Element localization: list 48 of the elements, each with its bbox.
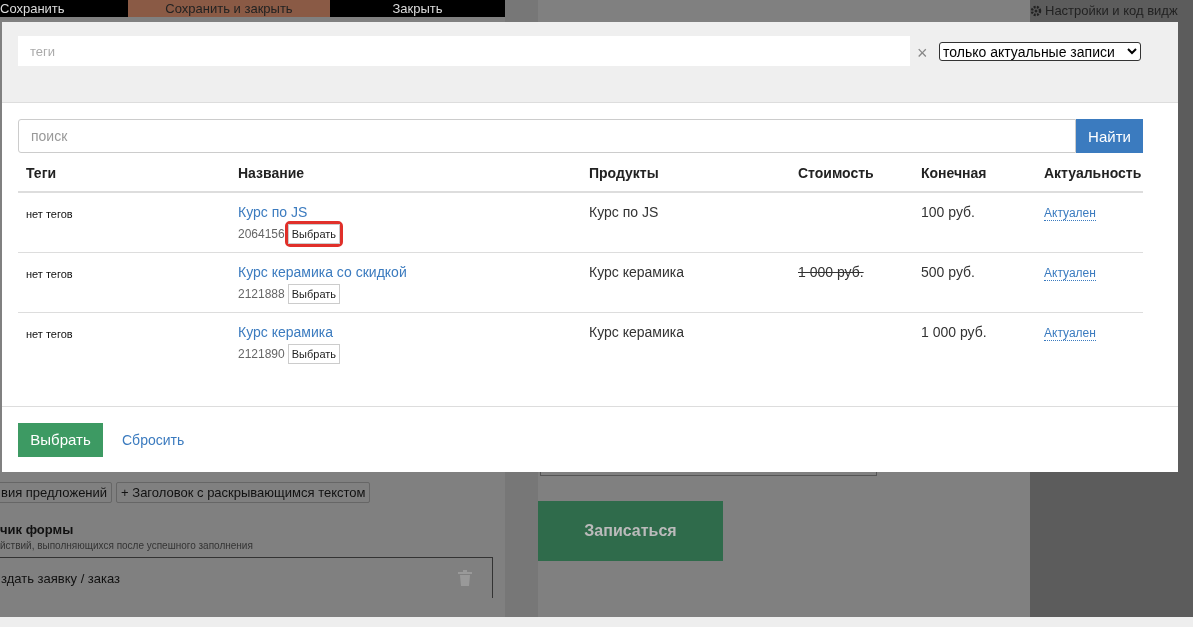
course-id: 2121888 bbox=[238, 287, 285, 301]
table-cell-text: 100 руб. bbox=[920, 203, 976, 222]
search-button[interactable]: Найти bbox=[1076, 119, 1143, 153]
course-link[interactable]: Курс по JS bbox=[238, 204, 573, 220]
caret-icon bbox=[1127, 48, 1137, 55]
reset-link[interactable]: Сбросить bbox=[122, 431, 185, 448]
search-field[interactable]: поиск bbox=[18, 119, 1076, 153]
status-link[interactable]: Актуален bbox=[1044, 206, 1096, 221]
gear-icon bbox=[1030, 4, 1042, 17]
column-header: Продукты bbox=[588, 164, 660, 183]
column-header: Стоимость bbox=[797, 164, 875, 183]
action-item[interactable]: здать заявку / заказ bbox=[0, 557, 493, 598]
select-button[interactable]: Выбрать bbox=[287, 224, 341, 244]
table-cell-text: Курс керамика bbox=[588, 263, 685, 282]
submit-button[interactable]: Записаться bbox=[538, 501, 723, 561]
status-link[interactable]: Актуален bbox=[1044, 266, 1096, 281]
select-button[interactable]: Выбрать bbox=[287, 284, 341, 304]
select-button[interactable]: Выбрать bbox=[287, 344, 341, 364]
table-cell-text: Курс керамика bbox=[588, 323, 685, 342]
add-block-button[interactable]: + Заголовок с раскрывающимся текстом bbox=[116, 482, 371, 503]
action-label: здать заявку / заказ bbox=[1, 570, 121, 586]
column-header: Название bbox=[237, 164, 306, 183]
table-cell-text: 500 руб. bbox=[920, 263, 976, 282]
clear-button[interactable]: × bbox=[917, 43, 933, 64]
toolbar-button[interactable]: Сохранить bbox=[0, 0, 128, 17]
table-cell-text: нет тегов bbox=[25, 327, 74, 342]
status-link[interactable]: Актуален bbox=[1044, 326, 1096, 341]
toolbar-button[interactable]: Закрыть bbox=[330, 0, 505, 17]
section-title: чик формы bbox=[0, 522, 75, 537]
filter-select[interactable]: только актуальные записи bbox=[939, 42, 1141, 61]
add-block-button[interactable]: вия предложений bbox=[0, 482, 113, 503]
column-header: Актуальность bbox=[1043, 164, 1143, 183]
tags-field[interactable]: теги bbox=[18, 36, 910, 66]
course-link[interactable]: Курс керамика bbox=[238, 324, 573, 340]
table-cell-text: Курс по JS bbox=[588, 203, 660, 222]
course-link[interactable]: Курс керамика со скидкой bbox=[238, 264, 573, 280]
course-id: 2064156 bbox=[238, 227, 285, 241]
select-button[interactable]: Выбрать bbox=[18, 422, 103, 457]
column-header: Теги bbox=[25, 164, 58, 183]
table-cell-text: нет тегов bbox=[25, 267, 74, 282]
toolbar-button[interactable]: Сохранить и закрыть bbox=[128, 0, 330, 17]
trash-icon[interactable] bbox=[458, 570, 472, 586]
column-header: Конечная bbox=[920, 164, 988, 183]
table-cell-text: 1 000 руб. bbox=[920, 323, 988, 342]
course-id: 2121890 bbox=[238, 347, 285, 361]
table-cell-text: нет тегов bbox=[25, 207, 74, 222]
old-price: 1 000 руб. bbox=[798, 264, 864, 280]
section-hint: йствий, выполняющихся после успешного заполнения bbox=[0, 540, 254, 551]
